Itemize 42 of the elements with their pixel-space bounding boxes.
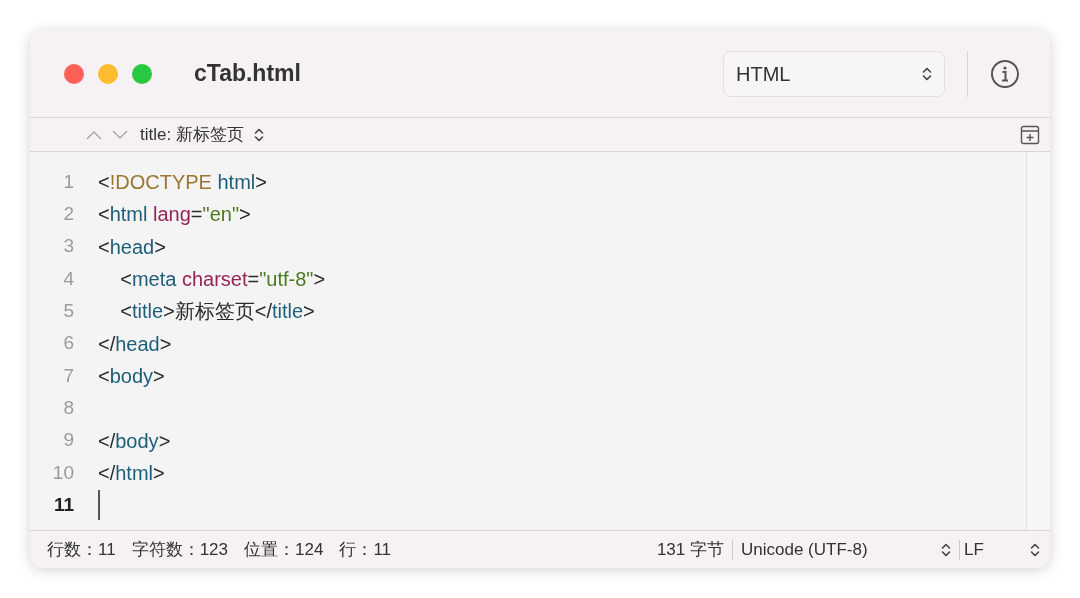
- line-number: 10: [51, 460, 74, 485]
- zoom-button[interactable]: [132, 63, 152, 84]
- line-number: 2: [62, 202, 74, 227]
- line-number: 4: [62, 266, 74, 291]
- line-ending-select[interactable]: LF: [964, 536, 1040, 563]
- chevron-updown-icon: [941, 541, 951, 558]
- status-stat: 位置：124: [244, 538, 324, 561]
- line-number: 9: [62, 428, 74, 453]
- chevron-updown-icon: [922, 65, 932, 82]
- text-cursor: [98, 490, 100, 521]
- line-number: 6: [62, 331, 74, 356]
- code-line: <html lang="en">: [98, 202, 251, 228]
- byte-count: 131 字节: [656, 538, 724, 561]
- chevron-up-icon[interactable]: [86, 129, 102, 140]
- line-number: 3: [62, 234, 74, 259]
- code-line: <meta charset="utf-8">: [119, 267, 326, 293]
- status-stat: 行：11: [339, 538, 392, 561]
- encoding-select[interactable]: Unicode (UTF-8): [741, 536, 955, 563]
- line-number: 1: [62, 169, 74, 194]
- code-line: <!DOCTYPE html>: [98, 170, 267, 196]
- status-stat: 行数：11: [47, 538, 116, 561]
- code-line: </html>: [98, 460, 165, 486]
- line-number: 11: [52, 492, 74, 517]
- code-line: <title>新标签页</title>: [119, 299, 315, 325]
- chevron-updown-icon: [253, 126, 264, 143]
- code-line: <head>: [98, 234, 166, 260]
- breadcrumb-item[interactable]: title: 新标签页: [140, 121, 264, 148]
- window-title: cTab.html: [194, 59, 301, 89]
- line-number: 7: [62, 363, 74, 388]
- line-number: 5: [62, 299, 74, 324]
- language-select[interactable]: HTML: [723, 50, 945, 97]
- close-button[interactable]: [64, 63, 84, 84]
- split-add-icon[interactable]: [1020, 124, 1040, 145]
- chevron-updown-icon: [1030, 541, 1040, 558]
- minimize-button[interactable]: [98, 63, 118, 84]
- chevron-down-icon[interactable]: [112, 129, 128, 140]
- code-line: </body>: [98, 428, 171, 454]
- status-stat: 字符数：123: [131, 538, 229, 561]
- info-icon[interactable]: [990, 58, 1020, 89]
- code-line: </head>: [98, 331, 172, 357]
- line-number: 8: [62, 395, 74, 420]
- code-line: <body>: [98, 363, 165, 389]
